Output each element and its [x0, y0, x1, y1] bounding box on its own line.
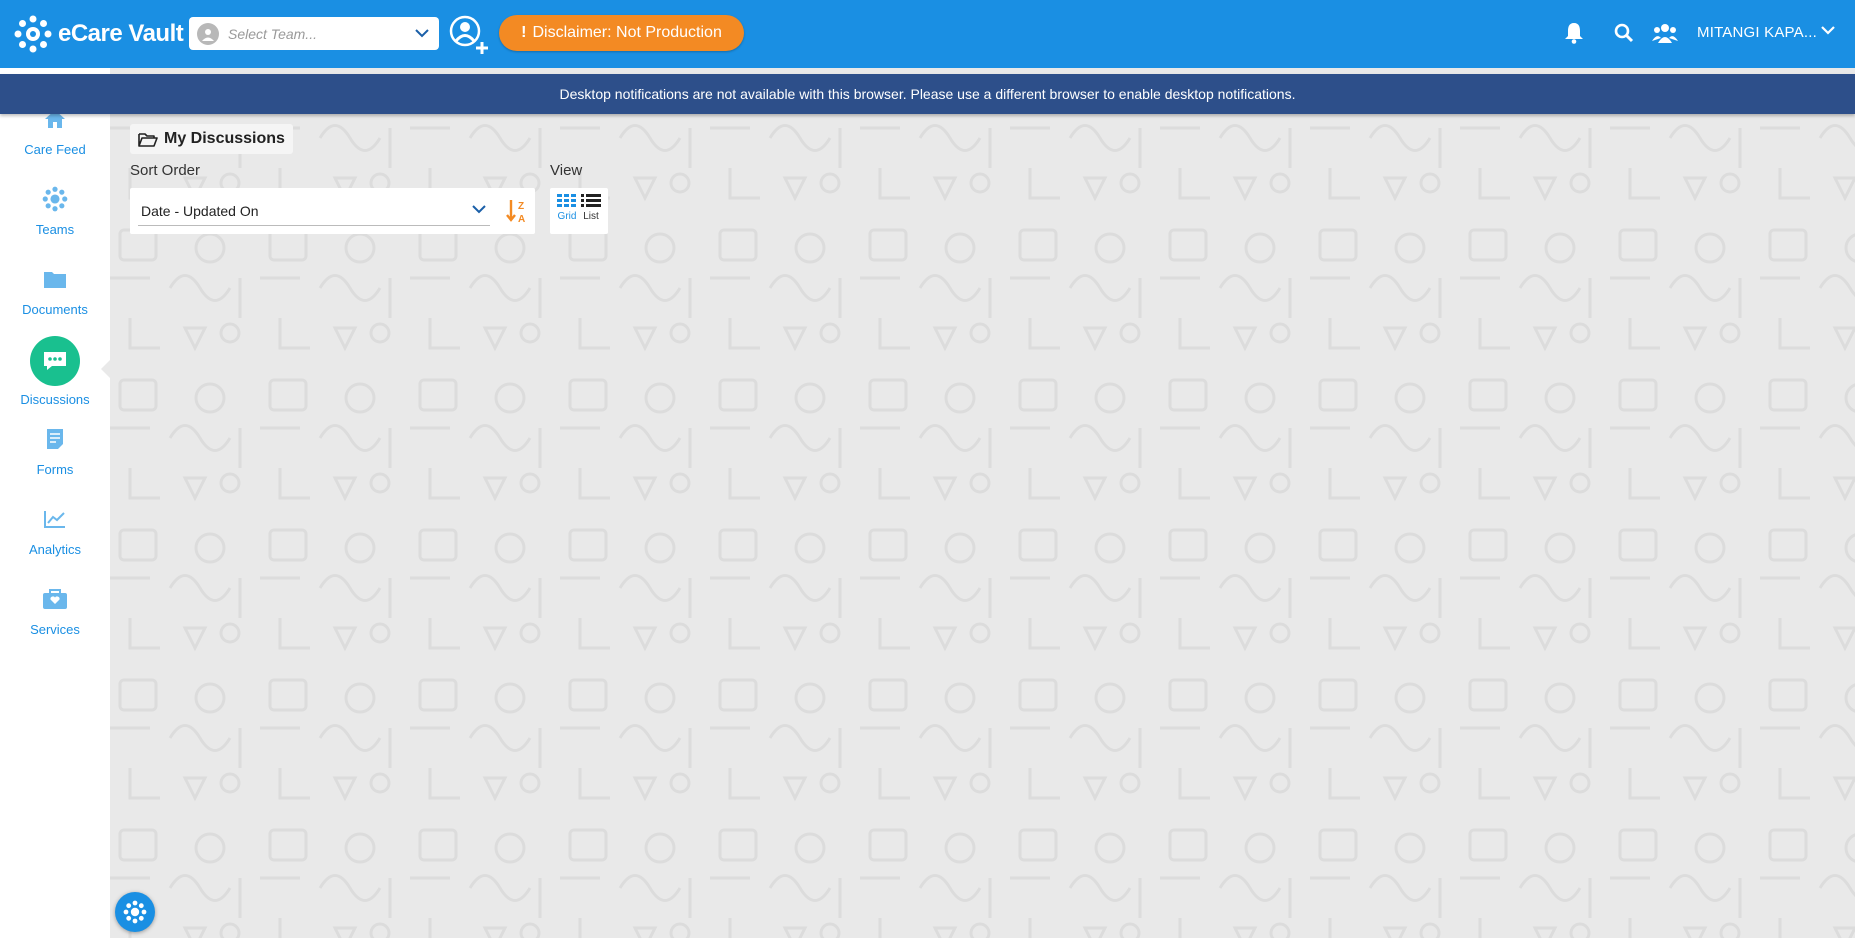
grid-icon — [557, 194, 576, 207]
form-icon — [40, 424, 70, 454]
team-icon[interactable] — [1652, 20, 1678, 46]
sidebar-item-care-feed[interactable]: Care Feed — [0, 104, 110, 180]
top-bar: eCare Vault Select Team... ! Disclaimer:… — [0, 0, 1855, 68]
folder-open-icon — [138, 132, 158, 147]
sort-direction-icon[interactable]: Z A — [505, 198, 529, 224]
sidebar-item-label: Services — [30, 622, 80, 637]
disclaimer-text: Disclaimer: Not Production — [532, 24, 722, 41]
chevron-down-icon — [415, 29, 429, 38]
view-toggle: Grid List — [550, 188, 608, 234]
team-avatar-icon — [197, 22, 219, 45]
view-label: View — [550, 162, 583, 179]
exclamation-icon: ! — [521, 24, 527, 41]
sidebar-item-documents[interactable]: Documents — [0, 264, 110, 340]
brand[interactable]: eCare Vault — [13, 14, 184, 54]
page-title-text: My Discussions — [164, 130, 285, 147]
teams-icon — [40, 184, 70, 214]
chat-icon — [30, 336, 80, 386]
sidebar-item-forms[interactable]: Forms — [0, 424, 110, 500]
sidebar-item-label: Teams — [35, 222, 75, 237]
list-view-button[interactable]: List — [579, 188, 603, 234]
search-icon[interactable] — [1611, 20, 1637, 46]
logo-icon — [123, 900, 147, 924]
main-content: My Discussions Sort Order View Date - Up… — [110, 68, 1855, 938]
sort-order-value: Date - Updated On — [141, 202, 259, 219]
sort-order-select[interactable]: Date - Updated On — [138, 196, 490, 226]
page-title: My Discussions — [130, 124, 293, 154]
team-select-placeholder: Select Team... — [228, 25, 317, 42]
svg-text:A: A — [518, 214, 525, 224]
sidebar-item-label: Discussions — [20, 392, 90, 407]
sidebar-item-label: Documents — [22, 302, 88, 317]
notification-banner: Desktop notifications are not available … — [0, 74, 1855, 114]
sort-order-panel: Date - Updated On Z A — [130, 188, 535, 234]
list-icon — [581, 194, 601, 207]
bell-icon[interactable] — [1561, 20, 1587, 46]
disclaimer-badge[interactable]: ! Disclaimer: Not Production — [499, 15, 744, 51]
sidebar-item-discussions[interactable]: Discussions — [0, 336, 110, 412]
svg-text:Z: Z — [518, 201, 524, 212]
add-user-icon[interactable] — [448, 14, 488, 56]
sidebar-item-teams[interactable]: Teams — [0, 184, 110, 260]
grid-view-label: Grid — [557, 211, 577, 222]
list-view-label: List — [583, 211, 599, 222]
user-name[interactable]: MITANGI KAPA... — [1697, 24, 1817, 41]
notification-text: Desktop notifications are not available … — [559, 86, 1296, 102]
sidebar-item-label: Forms — [36, 462, 74, 477]
help-bot-button[interactable] — [115, 892, 155, 932]
team-select[interactable]: Select Team... — [189, 17, 439, 50]
sidebar-item-label: Analytics — [28, 542, 82, 557]
sidebar: Care Feed Teams Documents Discussions Fo… — [0, 68, 110, 938]
sort-order-label: Sort Order — [130, 162, 201, 179]
brand-name: eCare Vault — [58, 20, 184, 47]
grid-view-button[interactable]: Grid — [555, 188, 579, 234]
chevron-down-icon[interactable] — [1821, 26, 1835, 35]
briefcase-icon — [40, 584, 70, 614]
chevron-down-icon — [472, 205, 486, 214]
logo-icon — [14, 15, 52, 53]
sidebar-item-label: Care Feed — [24, 142, 86, 157]
sidebar-item-analytics[interactable]: Analytics — [0, 504, 110, 580]
folder-icon — [40, 264, 70, 294]
chart-icon — [40, 504, 70, 534]
sidebar-item-services[interactable]: Services — [0, 584, 110, 660]
